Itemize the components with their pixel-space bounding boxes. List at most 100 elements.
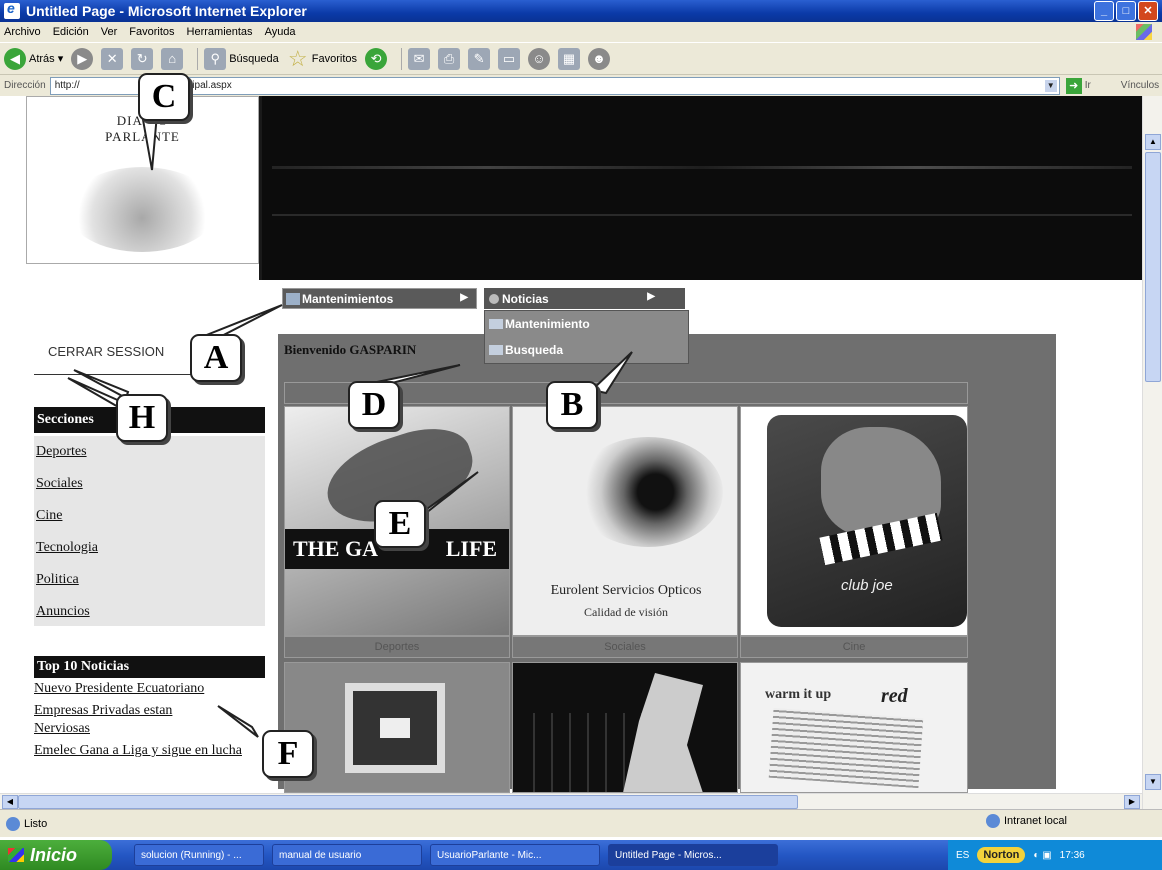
ie-icon bbox=[4, 0, 20, 19]
top-news-link[interactable]: Nuevo Presidente Ecuatoriano bbox=[34, 680, 279, 698]
messenger-button[interactable]: ☺ bbox=[528, 47, 551, 70]
tile-sociales[interactable]: Eurolent Servicios Opticos Calidad de vi… bbox=[512, 406, 738, 636]
hscroll-thumb[interactable] bbox=[18, 795, 798, 809]
menu-mantenimientos-label: Mantenimientos bbox=[302, 291, 394, 306]
forward-button[interactable]: ▶ bbox=[71, 47, 94, 70]
submenu-arrow-icon: ▶ bbox=[647, 291, 655, 302]
status-bar: Listo Intranet local bbox=[0, 809, 1162, 837]
welcome-text: Bienvenido GASPARIN bbox=[284, 342, 417, 357]
menu-herramientas[interactable]: Herramientas bbox=[187, 26, 253, 38]
menu-item-icon bbox=[286, 292, 300, 305]
menu-noticias[interactable]: Noticias ▶ bbox=[484, 288, 685, 309]
tray-icons: ◐ ▣ bbox=[1033, 849, 1052, 861]
print-icon: ⎙ bbox=[438, 47, 461, 70]
users-button[interactable]: ☻ bbox=[588, 47, 611, 70]
language-indicator[interactable]: ES bbox=[956, 850, 969, 861]
task-solucion[interactable]: solucion (Running) - ... bbox=[134, 844, 264, 866]
flyout-item-mantenimiento[interactable]: Mantenimiento bbox=[485, 311, 688, 337]
zone-label: Intranet local bbox=[1004, 815, 1067, 827]
top-news-link[interactable]: Empresas Privadas estan Nerviosas bbox=[34, 702, 209, 738]
submenu-arrow-icon: ▶ bbox=[460, 292, 468, 303]
history-button[interactable]: ⟲ bbox=[365, 47, 388, 70]
site-logo: DIARIO PARLANTE bbox=[26, 96, 259, 264]
tile-tecnologia[interactable] bbox=[284, 662, 510, 793]
norton-button[interactable]: Norton bbox=[977, 847, 1026, 863]
go-arrow-icon: ➜ bbox=[1065, 77, 1082, 94]
menu-bar: Archivo Edición Ver Favoritos Herramient… bbox=[0, 22, 1162, 42]
scroll-down-icon[interactable]: ▼ bbox=[1145, 774, 1161, 790]
edit-icon: ✎ bbox=[468, 47, 491, 70]
tile-cine[interactable]: club joe bbox=[740, 406, 968, 636]
section-link-anuncios[interactable]: Anuncios bbox=[34, 596, 265, 628]
horizontal-scrollbar[interactable]: ◀ ▶ bbox=[0, 793, 1142, 809]
refresh-button[interactable]: ↻ bbox=[131, 47, 154, 70]
menu-item-icon bbox=[489, 345, 503, 355]
home-icon: ⌂ bbox=[161, 47, 184, 70]
page-icon bbox=[6, 816, 20, 831]
taskbar: Inicio solucion (Running) - ... manual d… bbox=[0, 840, 1162, 870]
task-manual[interactable]: manual de usuario bbox=[272, 844, 422, 866]
address-input[interactable]: http:// 2/sitio/principal.aspx ▼ bbox=[49, 76, 1060, 95]
flyout-label: Mantenimiento bbox=[505, 317, 590, 331]
tile6-text: warm it up bbox=[765, 687, 832, 702]
tile-anuncios[interactable]: warm it up red bbox=[740, 662, 968, 793]
logo-line2: PARLANTE bbox=[105, 129, 180, 144]
section-link-cine[interactable]: Cine bbox=[34, 500, 265, 532]
menu-mantenimientos[interactable]: Mantenimientos ▶ bbox=[282, 288, 477, 309]
callout-f: F bbox=[262, 730, 314, 778]
search-label: Búsqueda bbox=[229, 52, 279, 65]
section-link-sociales[interactable]: Sociales bbox=[34, 468, 265, 500]
noticias-flyout: Mantenimiento Busqueda bbox=[484, 310, 689, 364]
mail-icon: ✉ bbox=[408, 47, 431, 70]
minimize-button[interactable]: _ bbox=[1094, 1, 1114, 21]
start-button[interactable]: Inicio bbox=[0, 840, 112, 870]
stop-button[interactable]: ✕ bbox=[101, 47, 124, 70]
logout-link[interactable]: CERRAR SESSION bbox=[48, 344, 164, 359]
callout-b: B bbox=[546, 381, 598, 429]
history-icon: ⟲ bbox=[365, 47, 388, 70]
menu-ayuda[interactable]: Ayuda bbox=[265, 26, 296, 38]
research-button[interactable]: ▦ bbox=[558, 47, 581, 70]
menu-item-icon bbox=[489, 319, 503, 329]
scroll-right-icon[interactable]: ▶ bbox=[1124, 795, 1140, 809]
section-link-politica[interactable]: Politica bbox=[34, 564, 265, 596]
header-banner bbox=[262, 96, 1142, 280]
menu-archivo[interactable]: Archivo bbox=[4, 26, 41, 38]
flyout-item-busqueda[interactable]: Busqueda bbox=[485, 337, 688, 363]
tile2-text: Eurolent Servicios Opticos bbox=[550, 583, 702, 598]
research-icon: ▦ bbox=[558, 47, 581, 70]
go-button[interactable]: ➜ Ir bbox=[1065, 77, 1091, 94]
vertical-scrollbar[interactable]: ▲ ▼ bbox=[1142, 96, 1162, 809]
print-button[interactable]: ⎙ bbox=[438, 47, 461, 70]
mail-button[interactable]: ✉ bbox=[408, 47, 431, 70]
scroll-left-icon[interactable]: ◀ bbox=[2, 795, 18, 809]
close-button[interactable]: ✕ bbox=[1138, 1, 1158, 21]
callout-c: C bbox=[138, 73, 190, 121]
window-title: Untitled Page - Microsoft Internet Explo… bbox=[26, 3, 307, 19]
task-untitled-page[interactable]: Untitled Page - Micros... bbox=[608, 844, 778, 866]
users-icon: ☻ bbox=[588, 47, 611, 70]
callout-e: E bbox=[374, 500, 426, 548]
scroll-thumb[interactable] bbox=[1145, 152, 1161, 382]
url-start: http:// bbox=[54, 80, 80, 91]
edit-button[interactable]: ✎ bbox=[468, 47, 491, 70]
tile-politica[interactable] bbox=[512, 662, 738, 793]
search-button[interactable]: ⚲ Búsqueda bbox=[204, 47, 279, 70]
star-icon: ☆ bbox=[287, 45, 308, 71]
back-button[interactable]: ◀ Atrás ▾ bbox=[4, 47, 63, 70]
scroll-up-icon[interactable]: ▲ bbox=[1145, 134, 1161, 150]
task-usuarioparlante[interactable]: UsuarioParlante - Mic... bbox=[430, 844, 600, 866]
address-dropdown-icon[interactable]: ▼ bbox=[1044, 79, 1057, 92]
menu-ver[interactable]: Ver bbox=[101, 26, 118, 38]
links-label[interactable]: Vínculos bbox=[1121, 80, 1159, 91]
top-news-link[interactable]: Emelec Gana a Liga y sigue en lucha bbox=[34, 742, 279, 760]
section-link-tecnologia[interactable]: Tecnologia bbox=[34, 532, 265, 564]
home-button[interactable]: ⌂ bbox=[161, 47, 184, 70]
status-text: Listo bbox=[24, 817, 48, 830]
menu-favoritos[interactable]: Favoritos bbox=[129, 26, 174, 38]
maximize-button[interactable]: □ bbox=[1116, 1, 1136, 21]
favorites-label: Favoritos bbox=[311, 52, 358, 65]
discuss-button[interactable]: ▭ bbox=[498, 47, 521, 70]
favorites-button[interactable]: ☆ Favoritos bbox=[287, 45, 358, 71]
menu-edicion[interactable]: Edición bbox=[53, 26, 89, 38]
